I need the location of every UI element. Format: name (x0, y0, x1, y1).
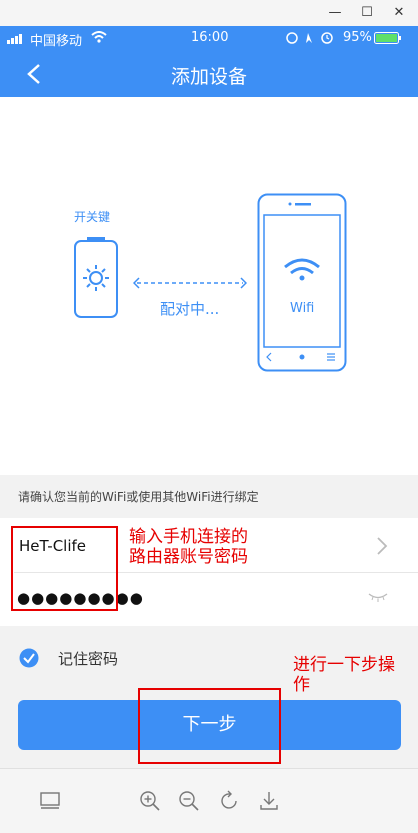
checkbox-checked-icon[interactable] (19, 648, 39, 668)
pairing-connection-line (133, 277, 247, 289)
window-title-bar: — ☐ ✕ (0, 0, 418, 26)
wifi-hint-text: 请确认您当前的WiFi或使用其他WiFi进行绑定 (18, 490, 259, 504)
close-button[interactable]: ✕ (384, 0, 414, 26)
panel-layout-icon[interactable] (39, 790, 61, 812)
status-bar: 中国移动 16:00 95% (0, 26, 418, 50)
page-title: 添加设备 (170, 66, 247, 88)
minimize-button[interactable]: — (320, 0, 350, 26)
device-icon (74, 237, 118, 318)
rotate-icon[interactable] (219, 790, 241, 812)
device-switch-label: 开关键 (74, 210, 111, 224)
next-annotation-box (138, 688, 281, 764)
battery-icon (374, 32, 401, 44)
pairing-illustration: 开关键 配对中... Wifi (0, 97, 418, 475)
next-annotation-text: 进行一下步操 作 (293, 655, 395, 695)
carrier-label: 中国移动 (30, 34, 83, 49)
remember-password-label: 记住密码 (58, 650, 119, 668)
maximize-button[interactable]: ☐ (352, 0, 382, 26)
download-icon[interactable] (258, 790, 280, 812)
pairing-status-text: 配对中... (160, 300, 220, 318)
wifi-status-icon (91, 31, 107, 43)
zoom-in-icon[interactable] (139, 790, 161, 812)
input-annotation-text: 输入手机连接的 路由器账号密码 (129, 527, 248, 567)
phone-icon (257, 193, 347, 372)
bottom-toolbar (0, 768, 418, 833)
chevron-right-icon[interactable] (376, 537, 388, 555)
password-visibility-icon[interactable] (368, 591, 388, 603)
status-icons (286, 32, 333, 44)
phone-wifi-label: Wifi (290, 301, 315, 316)
battery-percent: 95% (343, 30, 372, 45)
signal-icon (7, 34, 22, 44)
input-annotation-box (11, 526, 118, 611)
zoom-out-icon[interactable] (178, 790, 200, 812)
clock: 16:00 (191, 30, 229, 45)
navigation-bar: 添加设备 (0, 50, 418, 97)
